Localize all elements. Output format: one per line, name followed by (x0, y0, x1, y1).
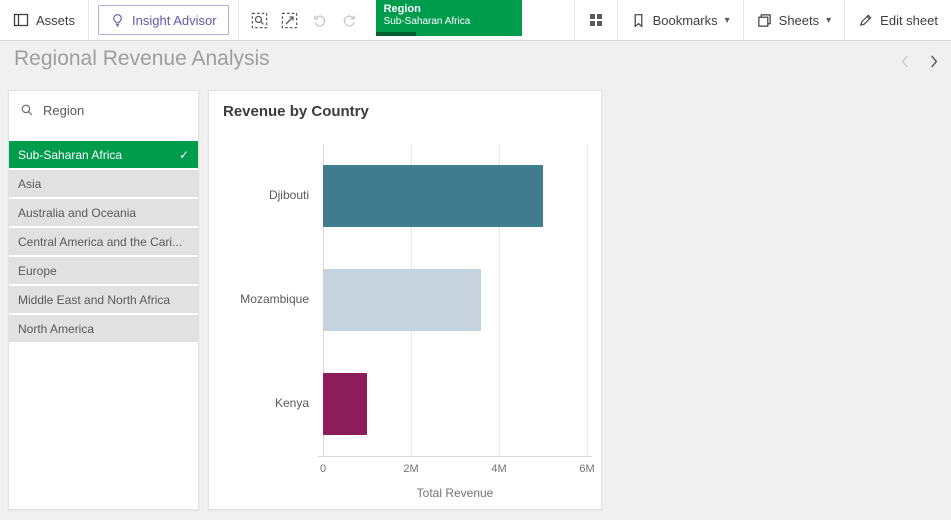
selection-chip[interactable]: Region Sub-Saharan Africa (376, 0, 522, 36)
toolbar-right-group: Bookmarks ▾ Sheets ▾ (574, 0, 951, 40)
filter-pane-header[interactable]: Region (9, 91, 198, 129)
chevron-down-icon: ▾ (725, 15, 730, 26)
selections-search-icon[interactable] (246, 7, 273, 34)
filter-item[interactable]: Central America and the Cari... (9, 228, 198, 255)
x-tick-label: 0 (301, 463, 345, 475)
sheets-icon (757, 13, 772, 28)
sheets-label: Sheets (779, 13, 819, 28)
insight-advisor-button[interactable]: Insight Advisor (98, 5, 229, 35)
chevron-down-icon: ▾ (826, 15, 831, 26)
lightbulb-icon (110, 13, 125, 28)
selection-ratio-bar (376, 32, 416, 36)
bar-kenya[interactable] (323, 373, 367, 435)
edit-sheet-button[interactable]: Edit sheet (845, 0, 951, 40)
sheet-title: Regional Revenue Analysis (14, 47, 270, 71)
edit-sheet-label: Edit sheet (880, 13, 938, 28)
plot-area: 02M4M6MTotal Revenue (323, 144, 587, 456)
x-tick-label: 2M (389, 463, 433, 475)
filter-item-label: Australia and Oceania (18, 206, 189, 220)
bookmark-icon (631, 13, 646, 28)
filter-item-label: Europe (18, 264, 189, 278)
sheet-stage: Regional Revenue Analysis (0, 41, 951, 520)
chevron-left-icon (897, 52, 911, 70)
x-axis-title: Total Revenue (323, 486, 587, 500)
qlik-app-window: Assets Insight Advisor (0, 0, 951, 520)
app-overview-grid-icon[interactable] (575, 0, 617, 40)
filter-list: Sub-Saharan Africa ✓ Asia Australia and Oce… (9, 141, 198, 342)
selection-value: Sub-Saharan Africa (384, 16, 514, 28)
step-back-icon (306, 7, 333, 34)
assets-button[interactable]: Assets (0, 0, 88, 40)
step-forward-icon (336, 7, 363, 34)
top-toolbar: Assets Insight Advisor (0, 0, 951, 41)
filter-item[interactable]: North America (9, 315, 198, 342)
x-tick-label: 6M (565, 463, 609, 475)
category-label: Djibouti (269, 188, 309, 202)
assets-panel-icon (13, 12, 29, 28)
clear-selections-icon[interactable] (276, 7, 303, 34)
sheets-button[interactable]: Sheets ▾ (744, 0, 845, 40)
x-tick-label: 4M (477, 463, 521, 475)
insight-advisor-label: Insight Advisor (132, 13, 217, 28)
filter-item[interactable]: Australia and Oceania (9, 199, 198, 226)
revenue-chart-card: Revenue by Country Djibouti Mozambique Ken… (208, 90, 602, 510)
category-label: Kenya (275, 396, 309, 410)
checkmark-icon: ✓ (179, 148, 189, 162)
gridline (587, 144, 588, 456)
assets-label: Assets (36, 13, 75, 28)
bookmarks-label: Bookmarks (653, 13, 718, 28)
category-label: Mozambique (240, 292, 309, 306)
bookmarks-button[interactable]: Bookmarks ▾ (618, 0, 743, 40)
search-icon (20, 103, 34, 117)
bar-mozambique[interactable] (323, 269, 481, 331)
filter-item-label: Middle East and North Africa (18, 293, 189, 307)
selection-field: Region (384, 3, 514, 16)
filter-item[interactable]: Middle East and North Africa (9, 286, 198, 313)
bar-djibouti[interactable] (323, 165, 543, 227)
chart-category-labels: Djibouti Mozambique Kenya (219, 144, 315, 456)
filter-item[interactable]: Sub-Saharan Africa ✓ (9, 141, 198, 168)
toolbar-divider (88, 0, 89, 40)
chevron-right-icon[interactable] (927, 52, 941, 70)
x-axis-line (318, 456, 592, 457)
region-filter-pane: Region Sub-Saharan Africa ✓ Asia Australia … (8, 90, 199, 510)
filter-pane-title: Region (43, 103, 84, 118)
chart-title: Revenue by Country (223, 103, 369, 120)
filter-item[interactable]: Asia (9, 170, 198, 197)
filter-item[interactable]: Europe (9, 257, 198, 284)
filter-item-label: Sub-Saharan Africa (18, 148, 173, 162)
selections-toolbar (239, 7, 370, 34)
filter-item-label: North America (18, 322, 189, 336)
filter-item-label: Asia (18, 177, 189, 191)
sheet-navigation (897, 52, 941, 70)
pencil-icon (858, 13, 873, 28)
filter-item-label: Central America and the Cari... (18, 235, 189, 249)
